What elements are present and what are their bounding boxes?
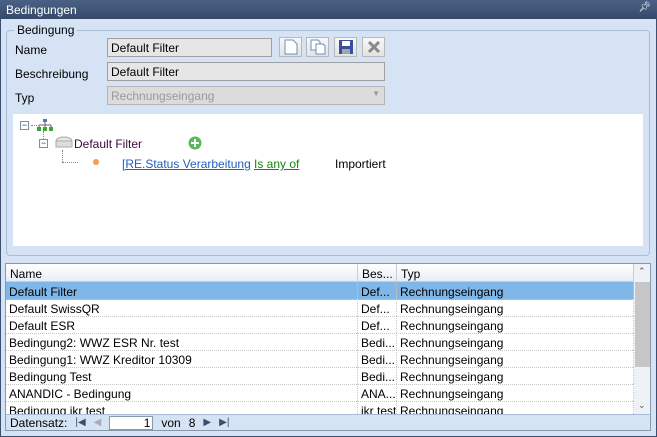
current-record-input[interactable]: 1 xyxy=(109,415,154,430)
new-document-icon xyxy=(284,39,297,55)
condition-bullet-icon xyxy=(93,159,99,165)
collapse-root-icon[interactable]: − xyxy=(20,121,29,130)
group-node-icon xyxy=(55,136,73,148)
column-header-name[interactable]: Name xyxy=(6,264,358,282)
scroll-up-icon[interactable]: ⌃ xyxy=(638,266,646,277)
collapse-filter-icon[interactable]: − xyxy=(39,139,48,148)
cell-name: Bedingung Test xyxy=(6,367,358,384)
record-label: Datensatz: xyxy=(10,415,68,430)
group-title: Bedingung xyxy=(14,23,78,37)
table-row[interactable]: Default Filter Def... Rechnungseingang xyxy=(6,282,635,300)
conditions-grid: Name Bes... Typ Default Filter Def... Rech… xyxy=(5,263,651,431)
description-label: Beschreibung xyxy=(15,67,89,81)
table-row[interactable]: Default ESR Def... Rechnungseingang xyxy=(6,316,635,334)
last-record-icon[interactable]: ▶| xyxy=(219,417,229,428)
cell-type: Rechnungseingang xyxy=(397,282,634,299)
chevron-down-icon: ▼ xyxy=(372,89,380,98)
hierarchy-icon xyxy=(37,119,53,131)
close-icon xyxy=(367,40,380,54)
tree-line xyxy=(62,150,63,162)
type-label: Typ xyxy=(15,91,35,105)
of-label: von xyxy=(161,415,181,430)
add-condition-icon[interactable] xyxy=(188,136,202,150)
table-row[interactable]: ANANDIC - Bedingung ANA... Rechnungseingan… xyxy=(6,384,635,402)
cell-description: Bedi... xyxy=(358,333,397,350)
save-icon xyxy=(338,40,353,54)
tree-line xyxy=(62,162,78,163)
name-label: Name xyxy=(15,43,48,57)
next-record-icon[interactable]: ▶ xyxy=(203,417,211,428)
title-bar: Bedingungen xyxy=(0,0,657,19)
total-records: 8 xyxy=(188,415,196,430)
condition-operator[interactable]: Is any of xyxy=(254,157,299,171)
cell-name: Bedingung1: WWZ Kreditor 10309 xyxy=(6,350,358,367)
cell-type: Rechnungseingang xyxy=(397,333,634,350)
cell-description: Def... xyxy=(358,299,397,316)
window-title: Bedingungen xyxy=(6,3,77,17)
delete-button[interactable] xyxy=(362,37,385,57)
cell-name: Bedingung2: WWZ ESR Nr. test xyxy=(6,333,358,350)
new-button[interactable] xyxy=(279,37,302,57)
type-value: Rechnungseingang xyxy=(111,89,215,103)
cell-type: Rechnungseingang xyxy=(397,299,634,316)
filter-root-node[interactable]: Default Filter xyxy=(74,137,142,151)
cell-type: Rechnungseingang xyxy=(397,350,634,367)
copy-icon xyxy=(310,39,325,55)
filter-tree: − − Default Filter [RE.Status Verarbeitu… xyxy=(13,114,643,246)
table-row[interactable]: Bedingung Test Bedi... Rechnungseingang xyxy=(6,367,635,385)
previous-record-icon[interactable]: ◀ xyxy=(94,417,102,428)
cell-name: Default SwissQR xyxy=(6,299,358,316)
cell-type: Rechnungseingang xyxy=(397,367,634,384)
type-select[interactable]: Rechnungseingang ▼ xyxy=(107,86,385,105)
copy-button[interactable] xyxy=(306,37,329,57)
cell-type: Rechnungseingang xyxy=(397,384,634,401)
cell-description: Def... xyxy=(358,282,397,299)
scrollbar-thumb[interactable] xyxy=(635,282,650,367)
save-button[interactable] xyxy=(334,37,357,57)
table-row[interactable]: Bedingung2: WWZ ESR Nr. test Bedi... Rechn… xyxy=(6,333,635,351)
name-input[interactable]: Default Filter xyxy=(107,38,272,57)
cell-name: Default Filter xyxy=(6,282,358,299)
cell-name: Default ESR xyxy=(6,316,358,333)
condition-value[interactable]: Importiert xyxy=(335,157,386,171)
pin-icon[interactable]: 📌︎ xyxy=(638,2,651,13)
cell-type: Rechnungseingang xyxy=(397,316,634,333)
condition-field[interactable]: [RE.Status Verarbeitung xyxy=(122,157,251,171)
table-row[interactable]: Bedingung1: WWZ Kreditor 10309 Bedi... Rec… xyxy=(6,350,635,368)
column-header-type[interactable]: Typ xyxy=(397,264,634,282)
first-record-icon[interactable]: |◀ xyxy=(75,417,85,428)
cell-name: ANANDIC - Bedingung xyxy=(6,384,358,401)
cell-description: ANA... xyxy=(358,384,397,401)
table-row[interactable]: Default SwissQR Def... Rechnungseingang xyxy=(6,299,635,317)
record-navigator: Datensatz: |◀ ◀ 1 von 8 ▶ ▶| xyxy=(6,414,650,430)
cell-description: Bedi... xyxy=(358,350,397,367)
scroll-down-icon[interactable]: ⌄ xyxy=(638,400,646,411)
description-input[interactable]: Default Filter xyxy=(107,62,385,81)
cell-description: Bedi... xyxy=(358,367,397,384)
cell-description: Def... xyxy=(358,316,397,333)
column-header-description[interactable]: Bes... xyxy=(358,264,397,282)
